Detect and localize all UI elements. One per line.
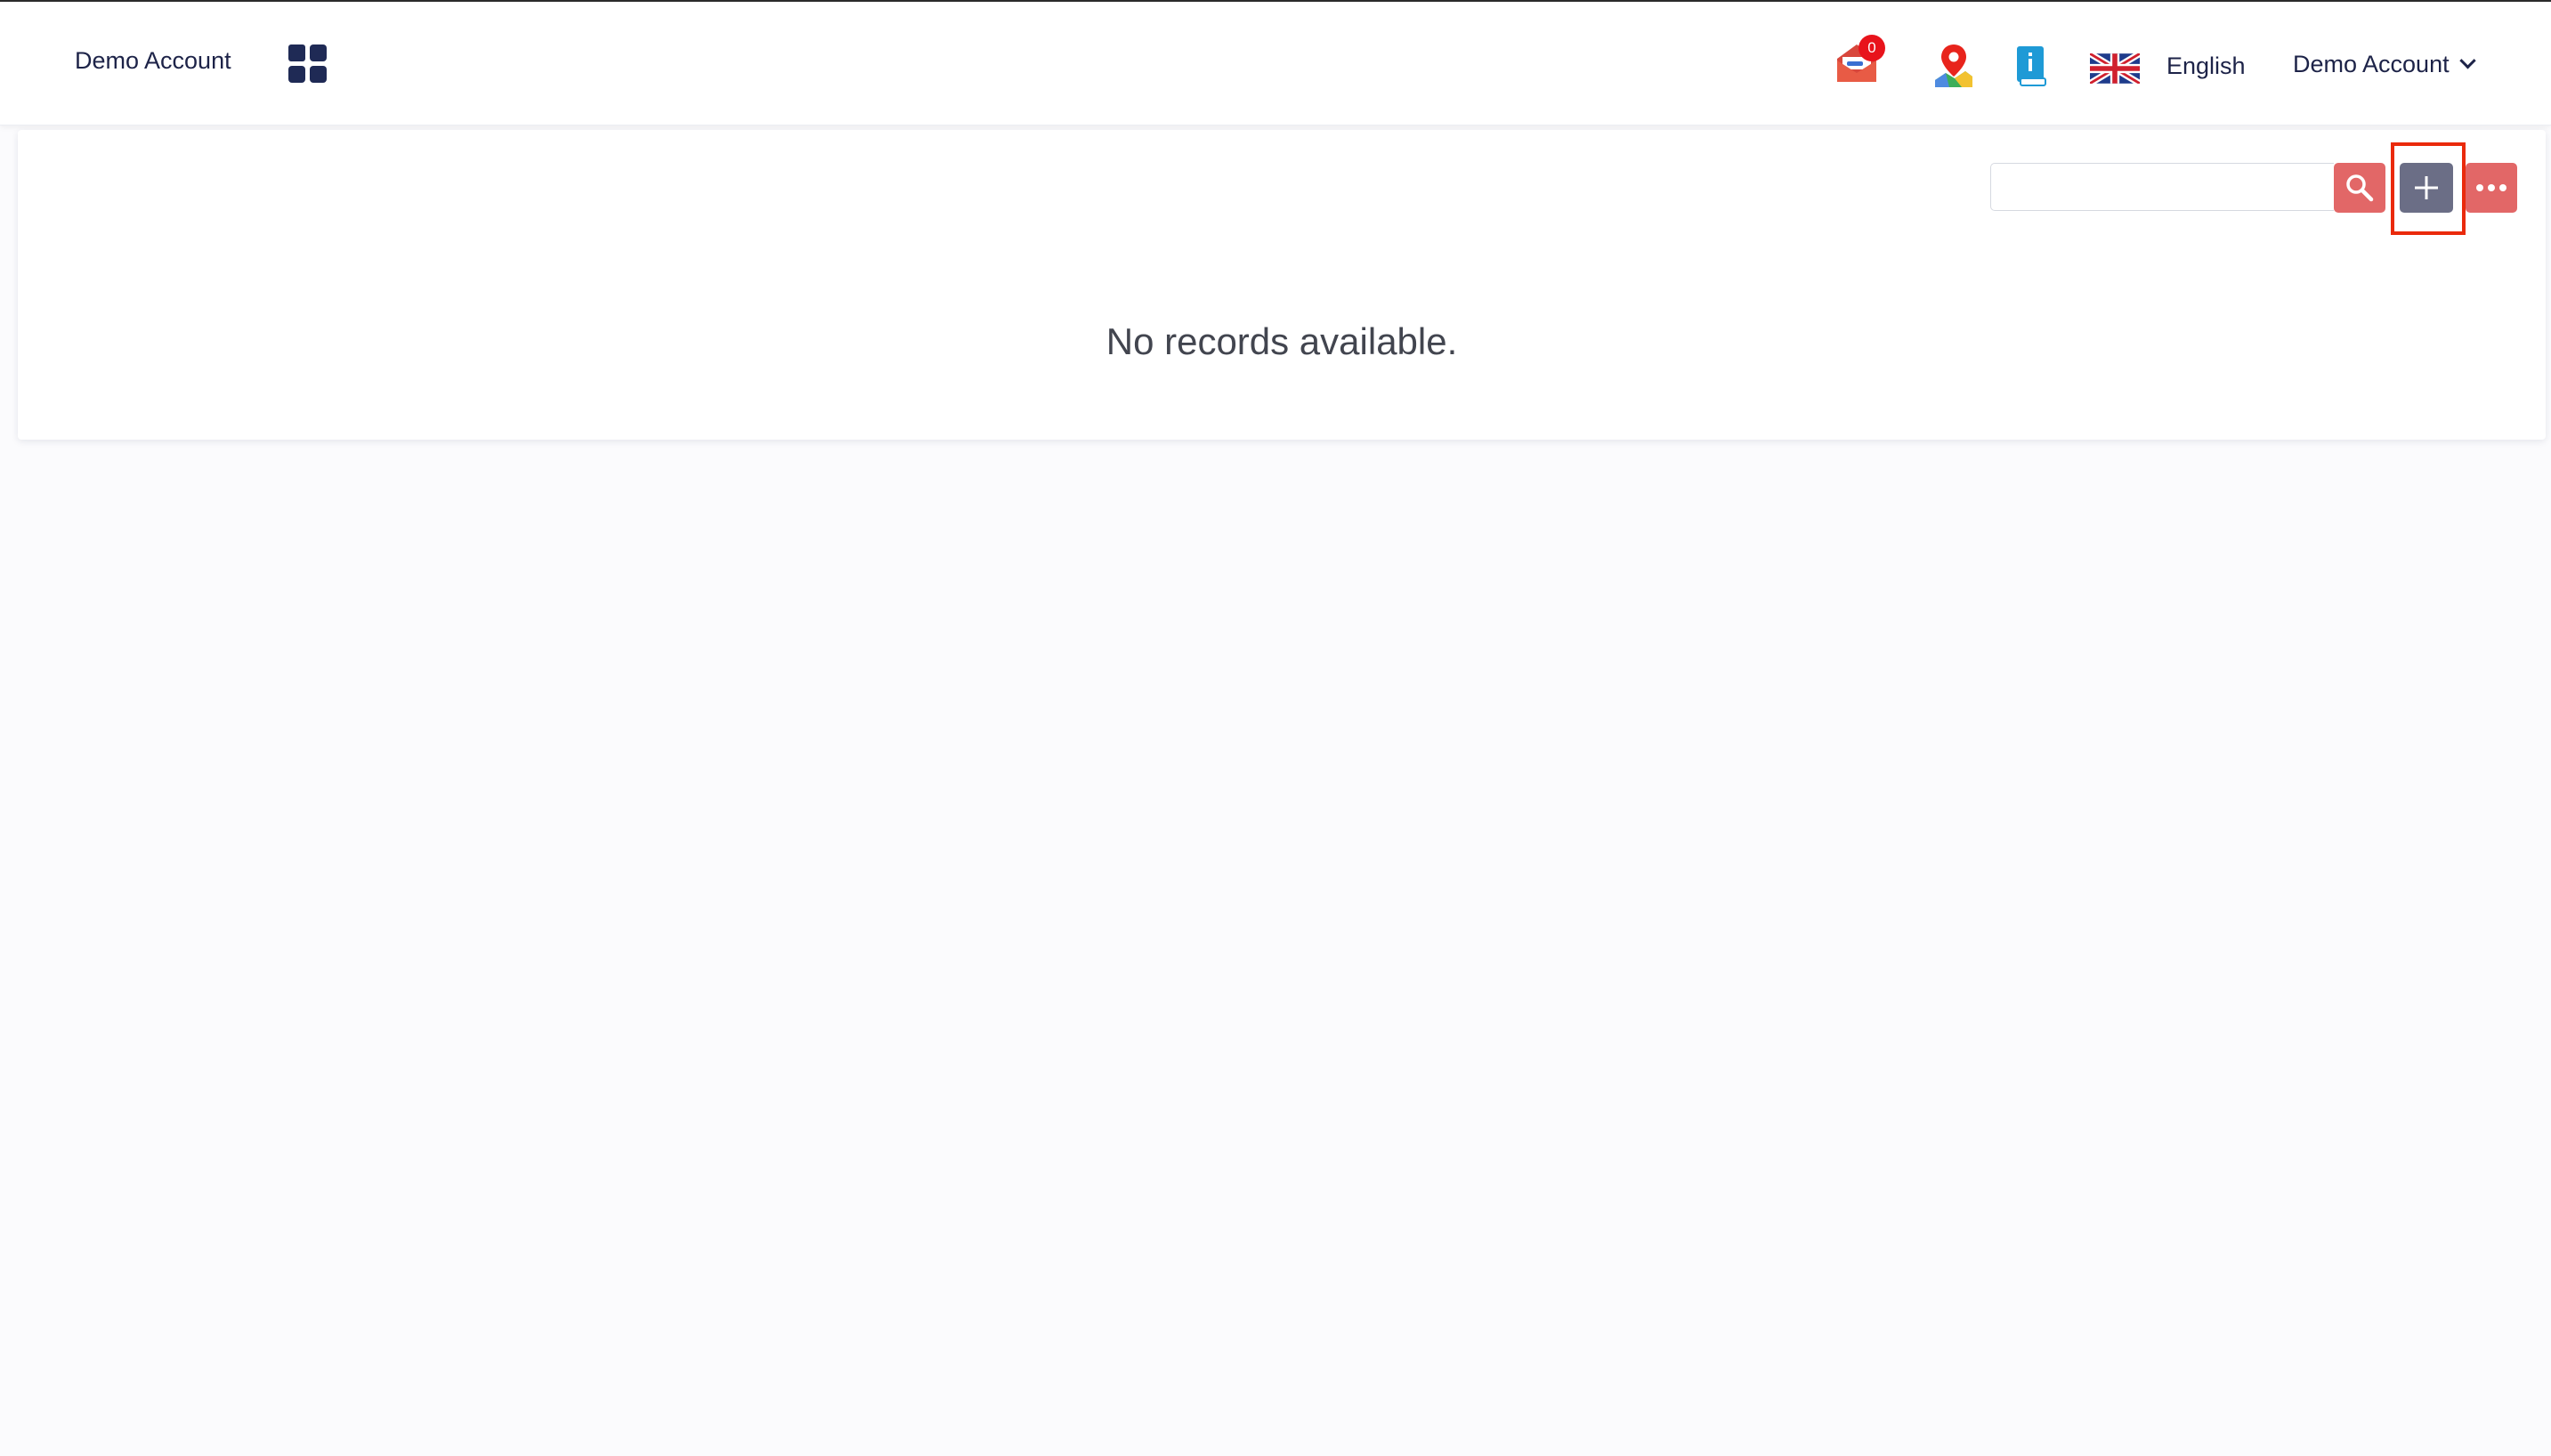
apps-grid-tile	[310, 66, 327, 83]
user-menu-label: Demo Account	[2293, 51, 2450, 77]
language-selector[interactable]: English	[2166, 53, 2246, 80]
apps-grid-tile	[288, 44, 305, 61]
uk-flag-icon[interactable]	[2088, 50, 2142, 87]
apps-grid-tile	[310, 44, 327, 61]
search-button[interactable]	[2334, 163, 2385, 213]
more-dots-icon	[2499, 184, 2506, 191]
empty-state-message: No records available.	[1105, 320, 1458, 362]
map-pin-icon[interactable]	[1931, 41, 1976, 91]
more-dots-icon	[2476, 184, 2483, 191]
apps-grid-icon[interactable]	[288, 44, 328, 84]
info-book-icon[interactable]	[2013, 43, 2049, 89]
add-button-highlight	[2391, 142, 2466, 235]
brand-name[interactable]: Demo Account	[75, 47, 231, 75]
chevron-down-icon	[2458, 53, 2476, 69]
notification-badge: 0	[1859, 35, 1885, 61]
more-dots-icon	[2488, 184, 2495, 191]
search-icon	[2346, 174, 2374, 202]
search-input[interactable]	[1990, 163, 2334, 211]
apps-grid-tile	[288, 66, 305, 83]
user-menu[interactable]: Demo Account	[2293, 51, 2476, 78]
more-options-button[interactable]	[2466, 163, 2517, 213]
